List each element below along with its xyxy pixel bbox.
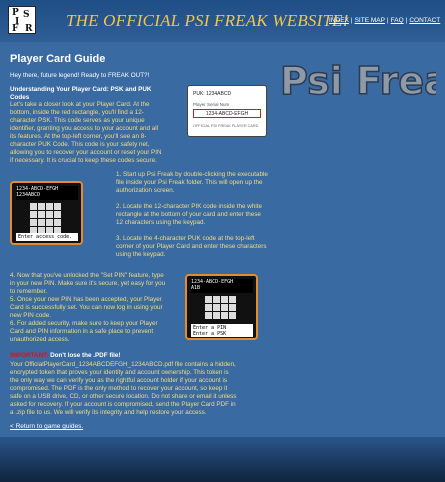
auth-prompt: Enter access code. — [16, 233, 78, 241]
important-line: Your OfficialPlayerCard_1234ABCDEFGH_123… — [10, 361, 236, 368]
step-line: using the keypad. — [116, 251, 166, 258]
nav-contact-link[interactable]: CONTACT — [409, 17, 440, 24]
important-line: encrypted token that proves your identit… — [10, 369, 229, 376]
nav-faq-link[interactable]: FAQ — [391, 17, 404, 24]
nav-index-link[interactable]: INDEX — [329, 17, 349, 24]
psi-freak-logo: Psi Freak — [279, 58, 436, 104]
steps-4-6: 4. Now that you've unlocked the "Set PIN… — [10, 272, 165, 344]
step-line: new PIN code. — [10, 312, 51, 319]
step-line: authorization screen. — [116, 187, 175, 194]
step-line: to remember. — [10, 288, 48, 295]
card-explanation-line: character PSK. This code serves as your … — [10, 117, 145, 124]
important-text: Your OfficialPlayerCard_1234ABCDEFGH_123… — [10, 361, 236, 417]
card-explanation-line: identifier, granting you access to your … — [10, 125, 159, 132]
step-line: in your new PIN. Make sure it's secure, … — [10, 280, 166, 287]
card-explanation: Let's take a closer look at your Player … — [10, 101, 162, 165]
player-card-image: PUK: 1234ABCD Player Serial Num 1234-ABC… — [187, 85, 267, 137]
step-line: 1. Start up Psi Freak by double-clicking… — [116, 171, 268, 178]
important-line: the only way we can verify you as the ri… — [10, 377, 228, 384]
header-bar: P S I F R THE OFFICIAL PSI FREAK WEBSITE… — [0, 0, 445, 42]
site-title: THE OFFICIAL PSI FREAK WEBSITE! — [66, 11, 349, 30]
keypad — [30, 203, 61, 234]
step-line: 2. Locate the 12-character PIK code insi… — [116, 203, 262, 210]
important-title: Don't lose the .PDF file! — [50, 352, 121, 359]
card-footer: OFFICIAL PSI FREAK PLAYER CARD — [193, 124, 259, 128]
step-line: 6. For added security, make sure to keep… — [10, 320, 158, 327]
logo-letter-s: S — [23, 10, 30, 20]
logo-letter-r: R — [25, 24, 33, 34]
logo-letter-f: F — [12, 24, 19, 34]
psi-freak-logo-text: Psi Freak — [280, 59, 436, 103]
card-explanation-line: Let's take a closer look at your Player … — [10, 101, 150, 108]
return-to-guides-link[interactable]: < Return to game guides. — [10, 423, 83, 430]
step-line: unauthorized access. — [10, 336, 70, 343]
card-explanation-line: allowing you to recover your account or … — [10, 149, 162, 156]
top-nav: INDEX | SITE MAP | FAQ | CONTACT — [329, 17, 441, 24]
step-line: 5. Once your new PIN has been accepted, … — [10, 296, 162, 303]
pin-prompt-line2: Enter a PSK — [193, 331, 227, 337]
pin-prompt: Enter a PIN Enter a PSK — [191, 324, 253, 337]
card-explanation-line: bottom, inside the red rectangle, you'll… — [10, 109, 144, 116]
card-explanation-line: if necessary. It is crucial to keep thes… — [10, 157, 157, 164]
step-line: Card is successfully set. You can now lo… — [10, 304, 163, 311]
steps-1-3: 1. Start up Psi Freak by double-clicking… — [116, 171, 268, 259]
site-logo[interactable]: P S I F R — [8, 6, 36, 34]
important-line: a .zip file to us. We will verify its in… — [10, 409, 207, 416]
step-line — [116, 227, 268, 235]
step-line — [116, 195, 268, 203]
pin-screen-entry: A1B — [191, 285, 201, 291]
step-line: 4. Now that you've unlocked the "Set PIN… — [10, 272, 164, 279]
nav-sitemap-link[interactable]: SITE MAP — [355, 17, 385, 24]
important-line: compromised. The PDF is the only method … — [10, 385, 228, 392]
important-line: asked for recovery. If your account is c… — [10, 401, 236, 408]
psk-box: 1234-ABCD-EFGH — [193, 109, 261, 118]
footer-bar — [0, 437, 445, 482]
card-explanation-line: character PUK Code. This code is your sa… — [10, 141, 150, 148]
important-heading: IMPORTANT: Don't lose the .PDF file! — [10, 352, 121, 360]
step-line: rectangle at the bottom of your card and… — [116, 211, 261, 218]
puk-label: PUK: 1234ABCD — [193, 91, 232, 97]
step-line: file inside your Psi Freak folder. This … — [116, 179, 263, 186]
step-line: 3. Locate the 4-character PUK code at th… — [116, 235, 255, 242]
auth-screen-puk: 1234ABCD — [16, 192, 41, 198]
step-line: 12 characters using the keypad. — [116, 219, 206, 226]
pin-screen-display: 1234-ABCD-EFGH A1B — [191, 279, 253, 293]
important-line: safe on a USB drive, CD, or other secure… — [10, 393, 237, 400]
step-line: Card and PIN information in a safe place… — [10, 328, 154, 335]
intro-text: Hey there, future legend! Ready to FREAK… — [10, 72, 150, 79]
step-line: corner of your Player Card and enter the… — [116, 243, 267, 250]
keypad-2 — [205, 296, 236, 319]
important-label: IMPORTANT: — [10, 352, 49, 359]
page-title: Player Card Guide — [10, 53, 106, 65]
page: P S I F R THE OFFICIAL PSI FREAK WEBSITE… — [0, 0, 445, 482]
auth-screen-image-2: 1234-ABCD-EFGH A1B Enter a PIN Enter a P… — [185, 274, 258, 340]
card-explanation-line: its features. At the top-left corner, yo… — [10, 133, 147, 140]
auth-screen-image-1: 1234-ABCD-EFGH 1234ABCD Enter access cod… — [10, 181, 83, 245]
section-heading-line1: Understanding Your Player Card: PSK and … — [10, 86, 152, 93]
serial-label: Player Serial Num — [193, 102, 230, 107]
auth-screen-display: 1234-ABCD-EFGH 1234ABCD — [16, 186, 78, 200]
